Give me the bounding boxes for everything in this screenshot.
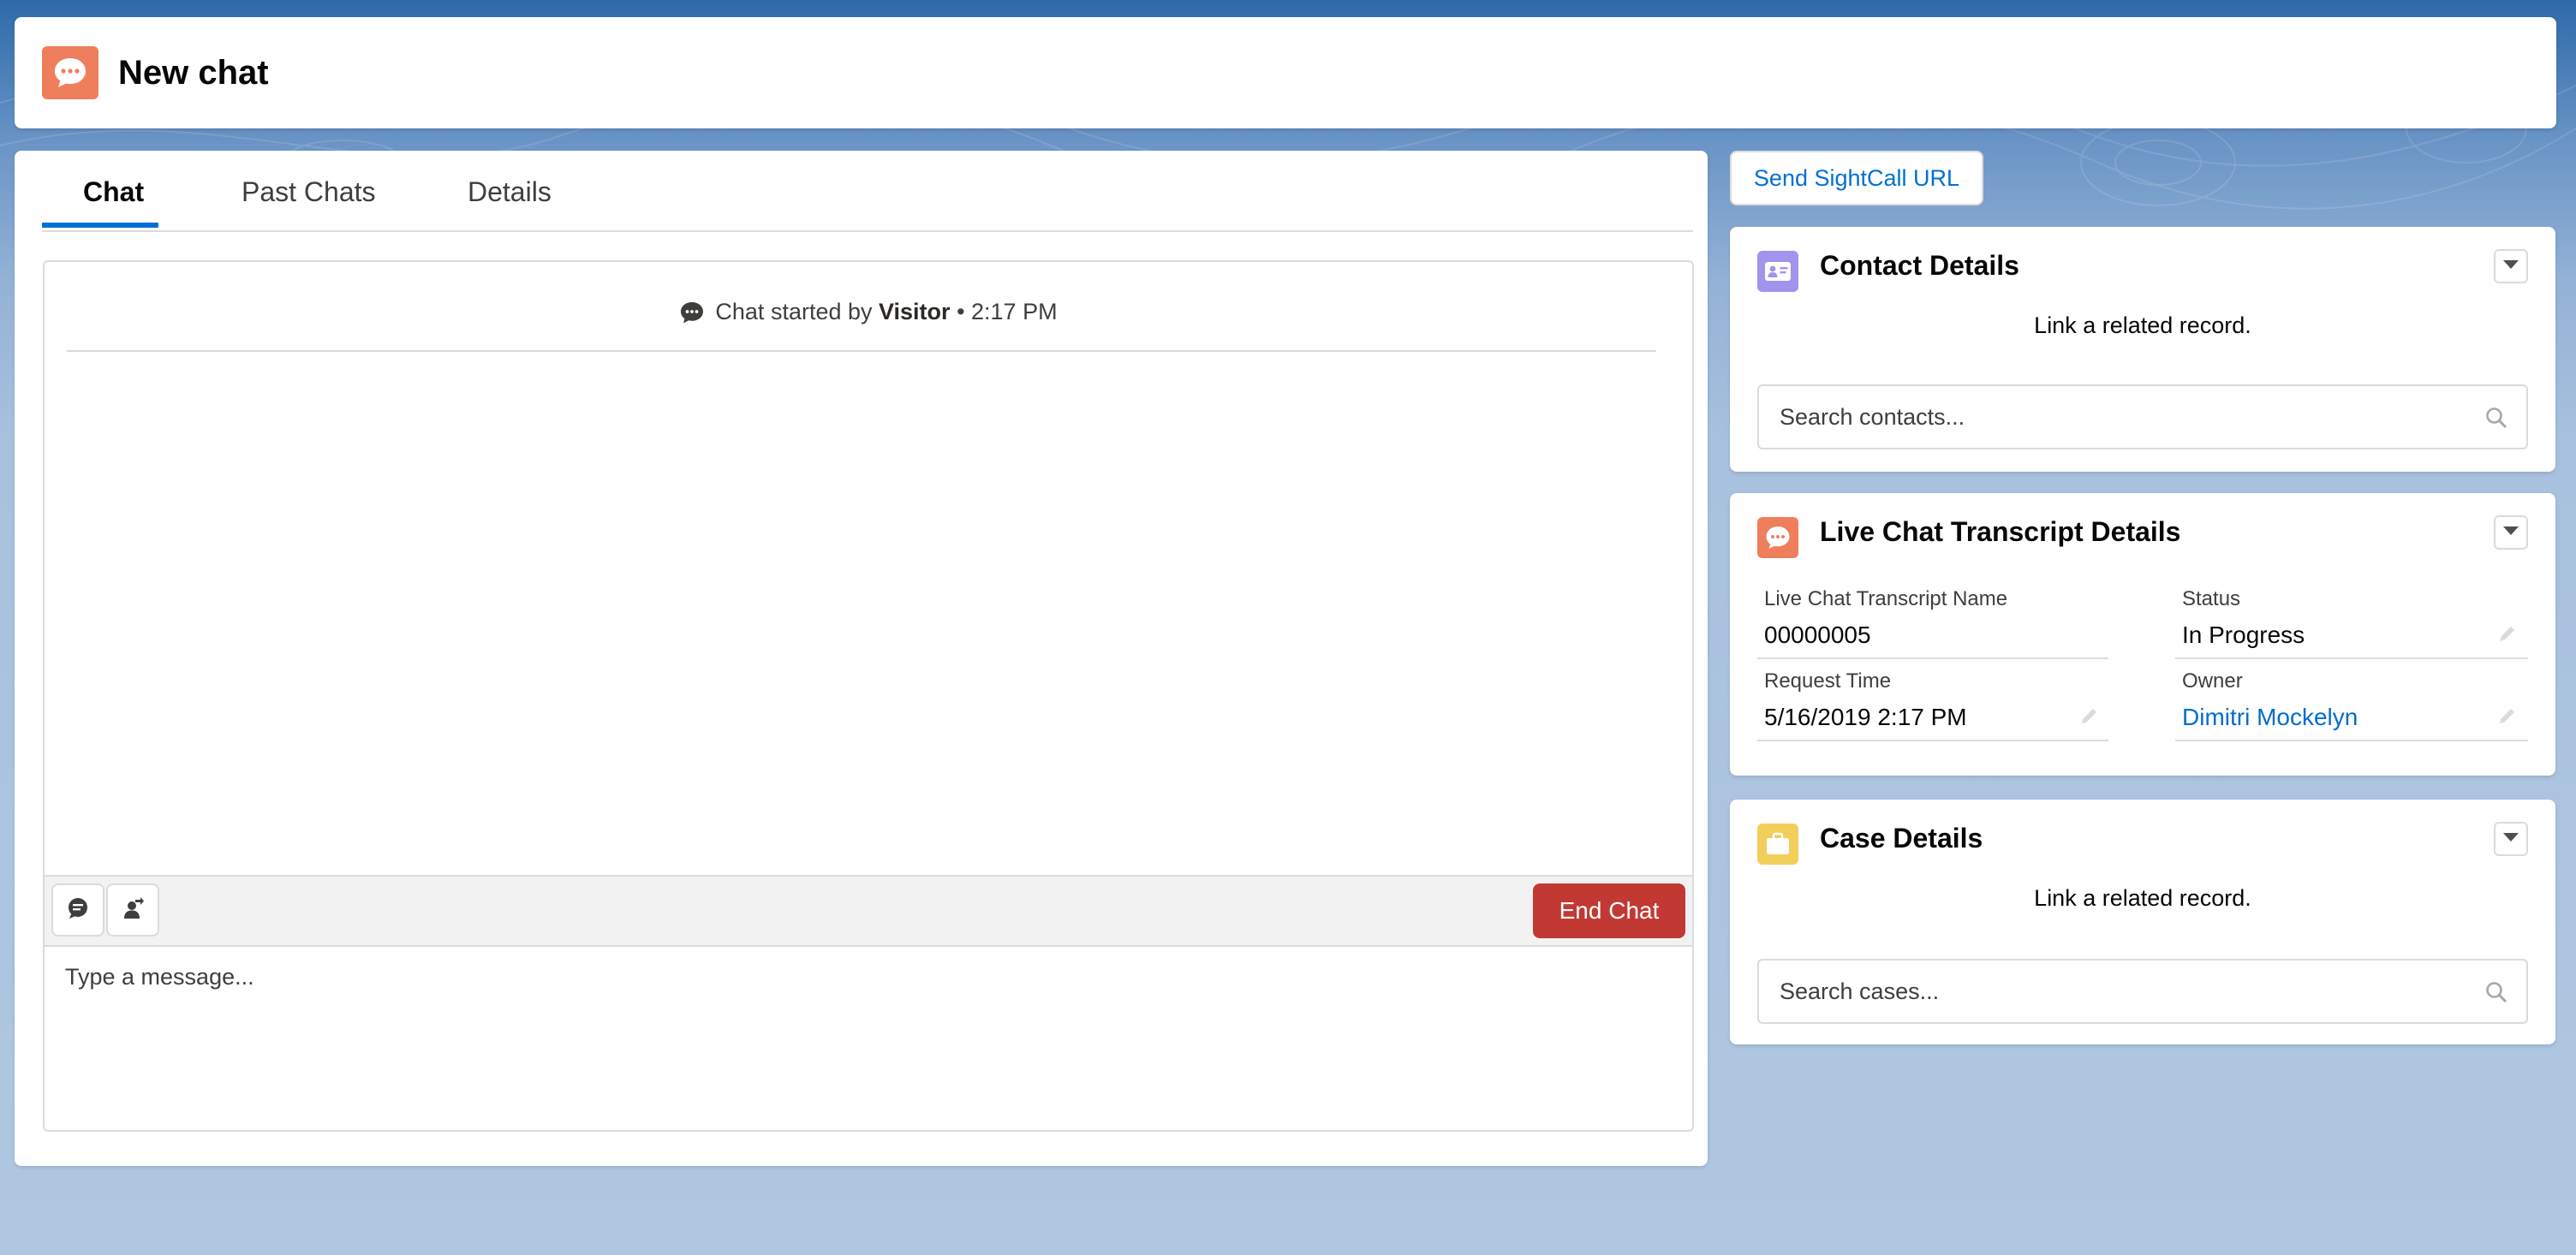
owner-link[interactable]: Dimitri Mockelyn	[2182, 704, 2358, 731]
chat-panel: Chat Past Chats Details Chat started by …	[15, 151, 1708, 1166]
transcript-details-title: Live Chat Transcript Details	[1820, 516, 2181, 547]
case-search-input[interactable]	[1780, 961, 2465, 1022]
status-value: In Progress	[2182, 622, 2305, 648]
case-link-note: Link a related record.	[2034, 885, 2251, 911]
quick-text-icon	[66, 896, 90, 925]
chat-start-event: Chat started by Visitor • 2:17 PM	[45, 296, 1692, 332]
message-input[interactable]	[45, 947, 1692, 1130]
transcript-name-value: 00000005	[1764, 622, 1871, 648]
case-briefcase-icon	[1757, 824, 1798, 865]
field-divider	[1757, 740, 2108, 741]
edit-request-time-pencil-icon[interactable]	[2079, 705, 2100, 730]
chevron-down-icon	[2502, 259, 2519, 274]
chat-start-time: • 2:17 PM	[957, 299, 1058, 324]
chat-start-prefix: Chat started by	[715, 299, 873, 324]
contact-card-menu-button[interactable]	[2494, 249, 2528, 283]
transcript-name-label: Live Chat Transcript Name	[1764, 587, 2008, 610]
chat-bubble-icon	[679, 300, 705, 332]
contact-details-title: Contact Details	[1820, 250, 2019, 281]
edit-owner-pencil-icon[interactable]	[2497, 705, 2518, 730]
case-details-card: Case Details Link a related record.	[1730, 800, 2555, 1044]
status-label: Status	[2182, 587, 2241, 610]
chat-divider	[67, 350, 1656, 352]
chat-start-visitor: Visitor	[879, 299, 951, 324]
edit-status-pencil-icon[interactable]	[2497, 623, 2518, 648]
chevron-down-icon	[2502, 831, 2519, 847]
case-card-menu-button[interactable]	[2494, 822, 2528, 856]
search-icon	[2485, 407, 2507, 433]
contact-link-note: Link a related record.	[2034, 312, 2251, 338]
page-title: New chat	[118, 54, 269, 92]
active-tab-indicator	[42, 223, 158, 228]
case-search-box	[1757, 959, 2528, 1024]
chevron-down-icon	[2502, 525, 2519, 540]
request-time-value: 5/16/2019 2:17 PM	[1764, 704, 1967, 730]
owner-label: Owner	[2182, 669, 2243, 693]
field-divider	[2175, 657, 2528, 659]
transcript-details-card: Live Chat Transcript Details Live Chat T…	[1730, 493, 2555, 776]
request-time-label: Request Time	[1764, 669, 1892, 693]
transfer-chat-button[interactable]	[106, 883, 159, 937]
tab-past-chats[interactable]: Past Chats	[242, 176, 376, 232]
chat-conversation: Chat started by Visitor • 2:17 PM End Ch…	[43, 260, 1694, 1132]
page-header: New chat	[15, 17, 2556, 128]
field-divider	[1757, 657, 2108, 659]
contact-search-input[interactable]	[1780, 386, 2465, 448]
send-sightcall-url-button[interactable]: Send SightCall URL	[1730, 151, 1983, 205]
chat-icon	[42, 46, 98, 99]
search-icon	[2485, 981, 2507, 1008]
tab-details[interactable]: Details	[468, 176, 552, 232]
case-details-title: Case Details	[1820, 823, 1983, 854]
contact-details-card: Contact Details Link a related record.	[1730, 227, 2555, 472]
chat-tabs: Chat Past Chats Details	[42, 151, 1693, 232]
contact-card-icon	[1757, 251, 1798, 292]
transfer-user-icon	[121, 896, 145, 925]
field-divider	[2175, 740, 2528, 741]
transcript-card-menu-button[interactable]	[2494, 515, 2528, 550]
chat-toolbar: End Chat	[45, 875, 1692, 947]
contact-search-box	[1757, 384, 2528, 449]
transcript-card-icon	[1757, 517, 1798, 558]
quick-text-button[interactable]	[51, 883, 104, 937]
end-chat-button[interactable]: End Chat	[1533, 883, 1685, 938]
